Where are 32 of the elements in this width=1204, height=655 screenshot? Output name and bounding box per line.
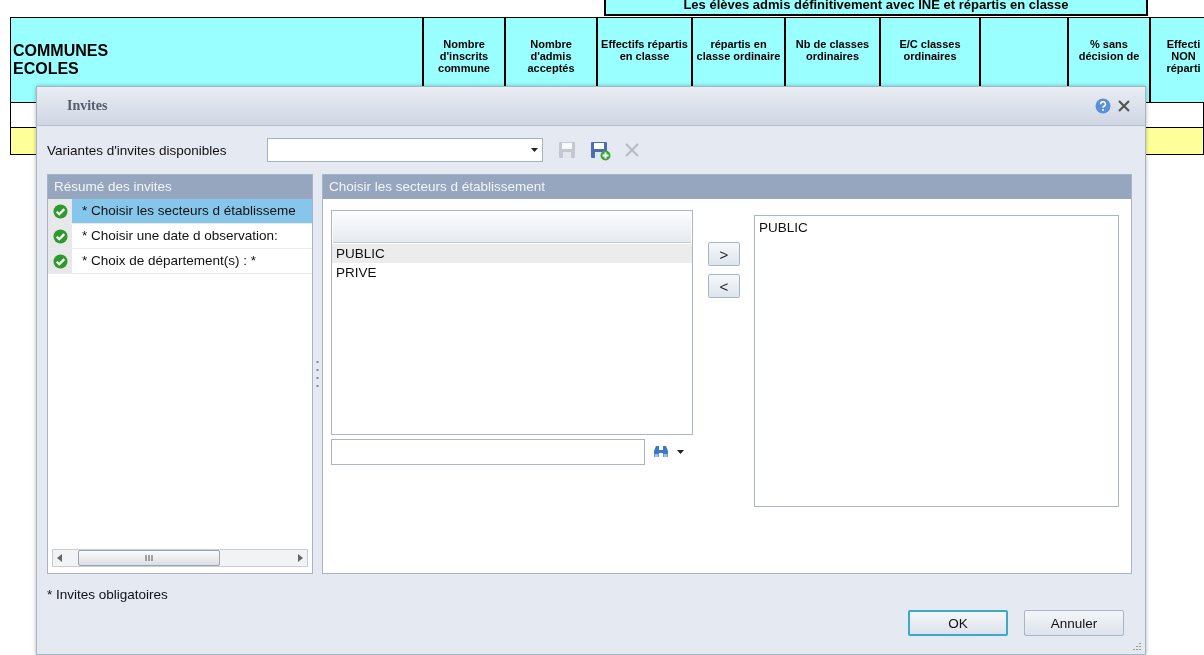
dialog-button[interactable]: OK: [908, 610, 1008, 636]
close-icon[interactable]: [1117, 99, 1131, 113]
remove-button[interactable]: <: [708, 274, 740, 298]
grip-lines-icon: [145, 555, 153, 561]
search-field[interactable]: [331, 439, 645, 465]
help-icon[interactable]: [1095, 98, 1111, 114]
field-label: Variantes d'invites disponibles: [47, 142, 228, 158]
footnote: * Invites obligatoires: [46, 586, 169, 604]
list-option[interactable]: PUBLIC: [332, 244, 692, 263]
list-option[interactable]: PRIVE: [332, 263, 692, 282]
variants-dropdown[interactable]: [267, 138, 543, 162]
binoculars-icon[interactable]: [653, 445, 669, 459]
prompt-list-item[interactable]: * Choisir les secteurs d établisseme: [72, 199, 312, 223]
resize-grip-icon[interactable]: [1132, 642, 1142, 652]
column-header: Effecti NON réparti: [1150, 17, 1204, 103]
selected-values-list[interactable]: PUBLIC: [754, 215, 1119, 507]
right-arrow-icon[interactable]: [298, 554, 303, 562]
prompt-list-item[interactable]: * Choix de département(s) : *: [72, 249, 312, 273]
add-button[interactable]: >: [708, 242, 740, 266]
caret-icon: [531, 148, 538, 152]
scrollbar-thumb[interactable]: [78, 550, 220, 566]
panel-header: Résumé des invites: [48, 175, 312, 199]
list-option[interactable]: PUBLIC: [755, 218, 1118, 237]
floppy-disk-plus-icon[interactable]: [589, 139, 611, 161]
panel-header: Choisir les secteurs d établissement: [323, 175, 1131, 199]
horizontal-scrollbar[interactable]: [52, 549, 308, 567]
caret-icon[interactable]: [677, 450, 684, 454]
dialog-button[interactable]: Annuler: [1024, 610, 1124, 636]
report-banner: Les élèves admis définitivement avec INE et répartis en classe: [604, 0, 1148, 16]
left-arrow-icon[interactable]: [57, 554, 62, 562]
available-values-list[interactable]: PUBLIC PRIVE: [331, 210, 693, 435]
prompt-list-item[interactable]: * Choisir une date d observation:: [72, 224, 312, 248]
